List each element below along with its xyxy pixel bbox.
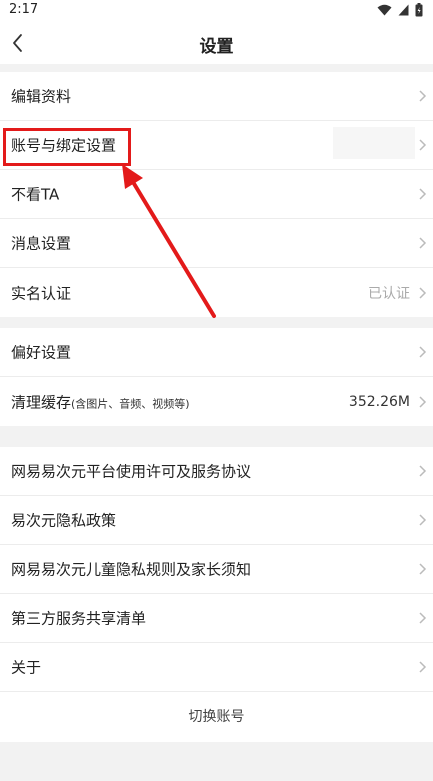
status-time: 2:17 xyxy=(9,2,39,17)
row-label: 实名认证 xyxy=(11,284,72,302)
settings-group-preferences: 偏好设置 清理缓存(含图片、音频、视频等) 352.26M xyxy=(0,328,433,426)
chevron-right-icon xyxy=(419,563,427,575)
row-real-name-verification[interactable]: 实名认证 已认证 xyxy=(0,268,433,317)
status-icons xyxy=(377,3,423,17)
chevron-right-icon xyxy=(419,465,427,477)
row-license-agreement[interactable]: 网易易次元平台使用许可及服务协议 xyxy=(0,447,433,496)
wifi-icon xyxy=(377,4,392,16)
row-about[interactable]: 关于 xyxy=(0,643,433,692)
row-label: 第三方服务共享清单 xyxy=(11,609,147,628)
signal-icon xyxy=(398,4,409,16)
chevron-right-icon xyxy=(419,395,427,408)
verification-status: 已认证 xyxy=(368,285,410,302)
row-hide-ta[interactable]: 不看TA xyxy=(0,170,433,219)
row-label: 清理缓存(含图片、音频、视频等) xyxy=(11,391,190,412)
chevron-right-icon xyxy=(419,514,427,526)
row-label: 关于 xyxy=(11,658,42,677)
settings-group-account: 编辑资料 账号与绑定设置 不看TA 消息设置 实名认证 已认证 xyxy=(0,72,433,317)
chevron-right-icon xyxy=(419,346,427,358)
redacted-value xyxy=(333,127,415,159)
battery-icon xyxy=(415,3,423,17)
row-third-party-sharing[interactable]: 第三方服务共享清单 xyxy=(0,594,433,643)
row-label: 编辑资料 xyxy=(11,87,72,106)
clear-cache-sub: (含图片、音频、视频等) xyxy=(71,397,190,410)
chevron-right-icon xyxy=(419,661,427,673)
row-clear-cache[interactable]: 清理缓存(含图片、音频、视频等) 352.26M xyxy=(0,377,433,426)
row-label: 消息设置 xyxy=(11,234,72,253)
chevron-right-icon xyxy=(419,90,427,102)
row-label: 易次元隐私政策 xyxy=(11,511,117,530)
row-label: 不看TA xyxy=(11,185,60,204)
row-label: 偏好设置 xyxy=(11,343,72,362)
nav-bar: 设置 xyxy=(0,22,433,64)
row-label: 网易易次元儿童隐私规则及家长须知 xyxy=(11,560,252,579)
annotation-highlight-box xyxy=(3,128,131,166)
row-edit-profile[interactable]: 编辑资料 xyxy=(0,72,433,121)
cache-size: 352.26M xyxy=(348,393,410,410)
row-message-settings[interactable]: 消息设置 xyxy=(0,219,433,268)
chevron-right-icon xyxy=(419,612,427,624)
page-title: 设置 xyxy=(199,37,234,57)
chevron-right-icon xyxy=(419,286,427,299)
row-children-privacy[interactable]: 网易易次元儿童隐私规则及家长须知 xyxy=(0,545,433,594)
chevron-right-icon xyxy=(419,188,427,200)
chevron-right-icon xyxy=(419,139,427,151)
chevron-right-icon xyxy=(419,237,427,249)
status-bar: 2:17 xyxy=(0,0,433,22)
row-preferences[interactable]: 偏好设置 xyxy=(0,328,433,377)
clear-cache-label: 清理缓存 xyxy=(11,393,72,411)
row-privacy-policy[interactable]: 易次元隐私政策 xyxy=(0,496,433,545)
row-label: 网易易次元平台使用许可及服务协议 xyxy=(11,462,252,481)
settings-group-legal: 网易易次元平台使用许可及服务协议 易次元隐私政策 网易易次元儿童隐私规则及家长须… xyxy=(0,447,433,742)
switch-account-button[interactable]: 切换账号 xyxy=(0,692,433,742)
